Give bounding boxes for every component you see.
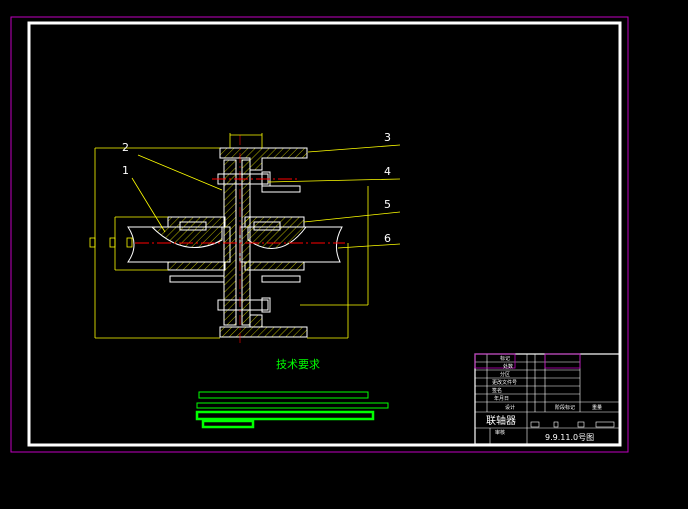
tb-row-label-1: 处数 <box>503 363 513 370</box>
hub-flange-upper-right <box>261 185 301 193</box>
tb-row-label-5: 年月日 <box>494 395 509 402</box>
title-block: 标记 处数 分区 更改文件号 签名 年月日 设计 阶段标记 重量 审核 联轴器 … <box>474 353 621 445</box>
part-label-4: 4 <box>384 165 391 178</box>
hub-flange-lower-right <box>261 275 301 283</box>
part-label-6: 6 <box>384 232 391 245</box>
inner-drawing-frame <box>27 21 622 447</box>
tb-row-label-2: 分区 <box>500 371 510 378</box>
tb-approval-0: 设计 <box>505 404 515 411</box>
technical-requirements-title: 技术要求 <box>276 358 320 371</box>
tb-stage-0: 阶段标记 <box>555 404 575 411</box>
tb-drawing-number: 9.9.11.0号图 <box>545 433 594 442</box>
tb-part-name: 联轴器 <box>486 414 516 427</box>
part-label-2: 2 <box>122 141 129 154</box>
right-hub-lower <box>244 261 305 271</box>
cad-drawing-canvas: 1 2 3 4 5 6 标记 处数 分区 更改文件号 签名 年月日 设计 阶段标… <box>10 16 629 453</box>
tb-row-label-4: 签名 <box>492 387 502 394</box>
part-label-5: 5 <box>384 198 391 211</box>
part-label-3: 3 <box>384 131 391 144</box>
part-label-1: 1 <box>122 164 129 177</box>
tb-row-label-3: 更改文件号 <box>492 379 517 386</box>
hub-flange-lower-left <box>169 275 225 283</box>
outer-sheet-border <box>10 16 629 453</box>
left-hub-lower <box>167 261 226 271</box>
tb-approval-1: 审核 <box>495 429 505 436</box>
coupling-assembly <box>127 135 345 345</box>
technical-requirements-lines <box>195 391 389 429</box>
tb-stage-1: 重量 <box>592 404 602 411</box>
tb-row-label-0: 标记 <box>500 355 510 362</box>
